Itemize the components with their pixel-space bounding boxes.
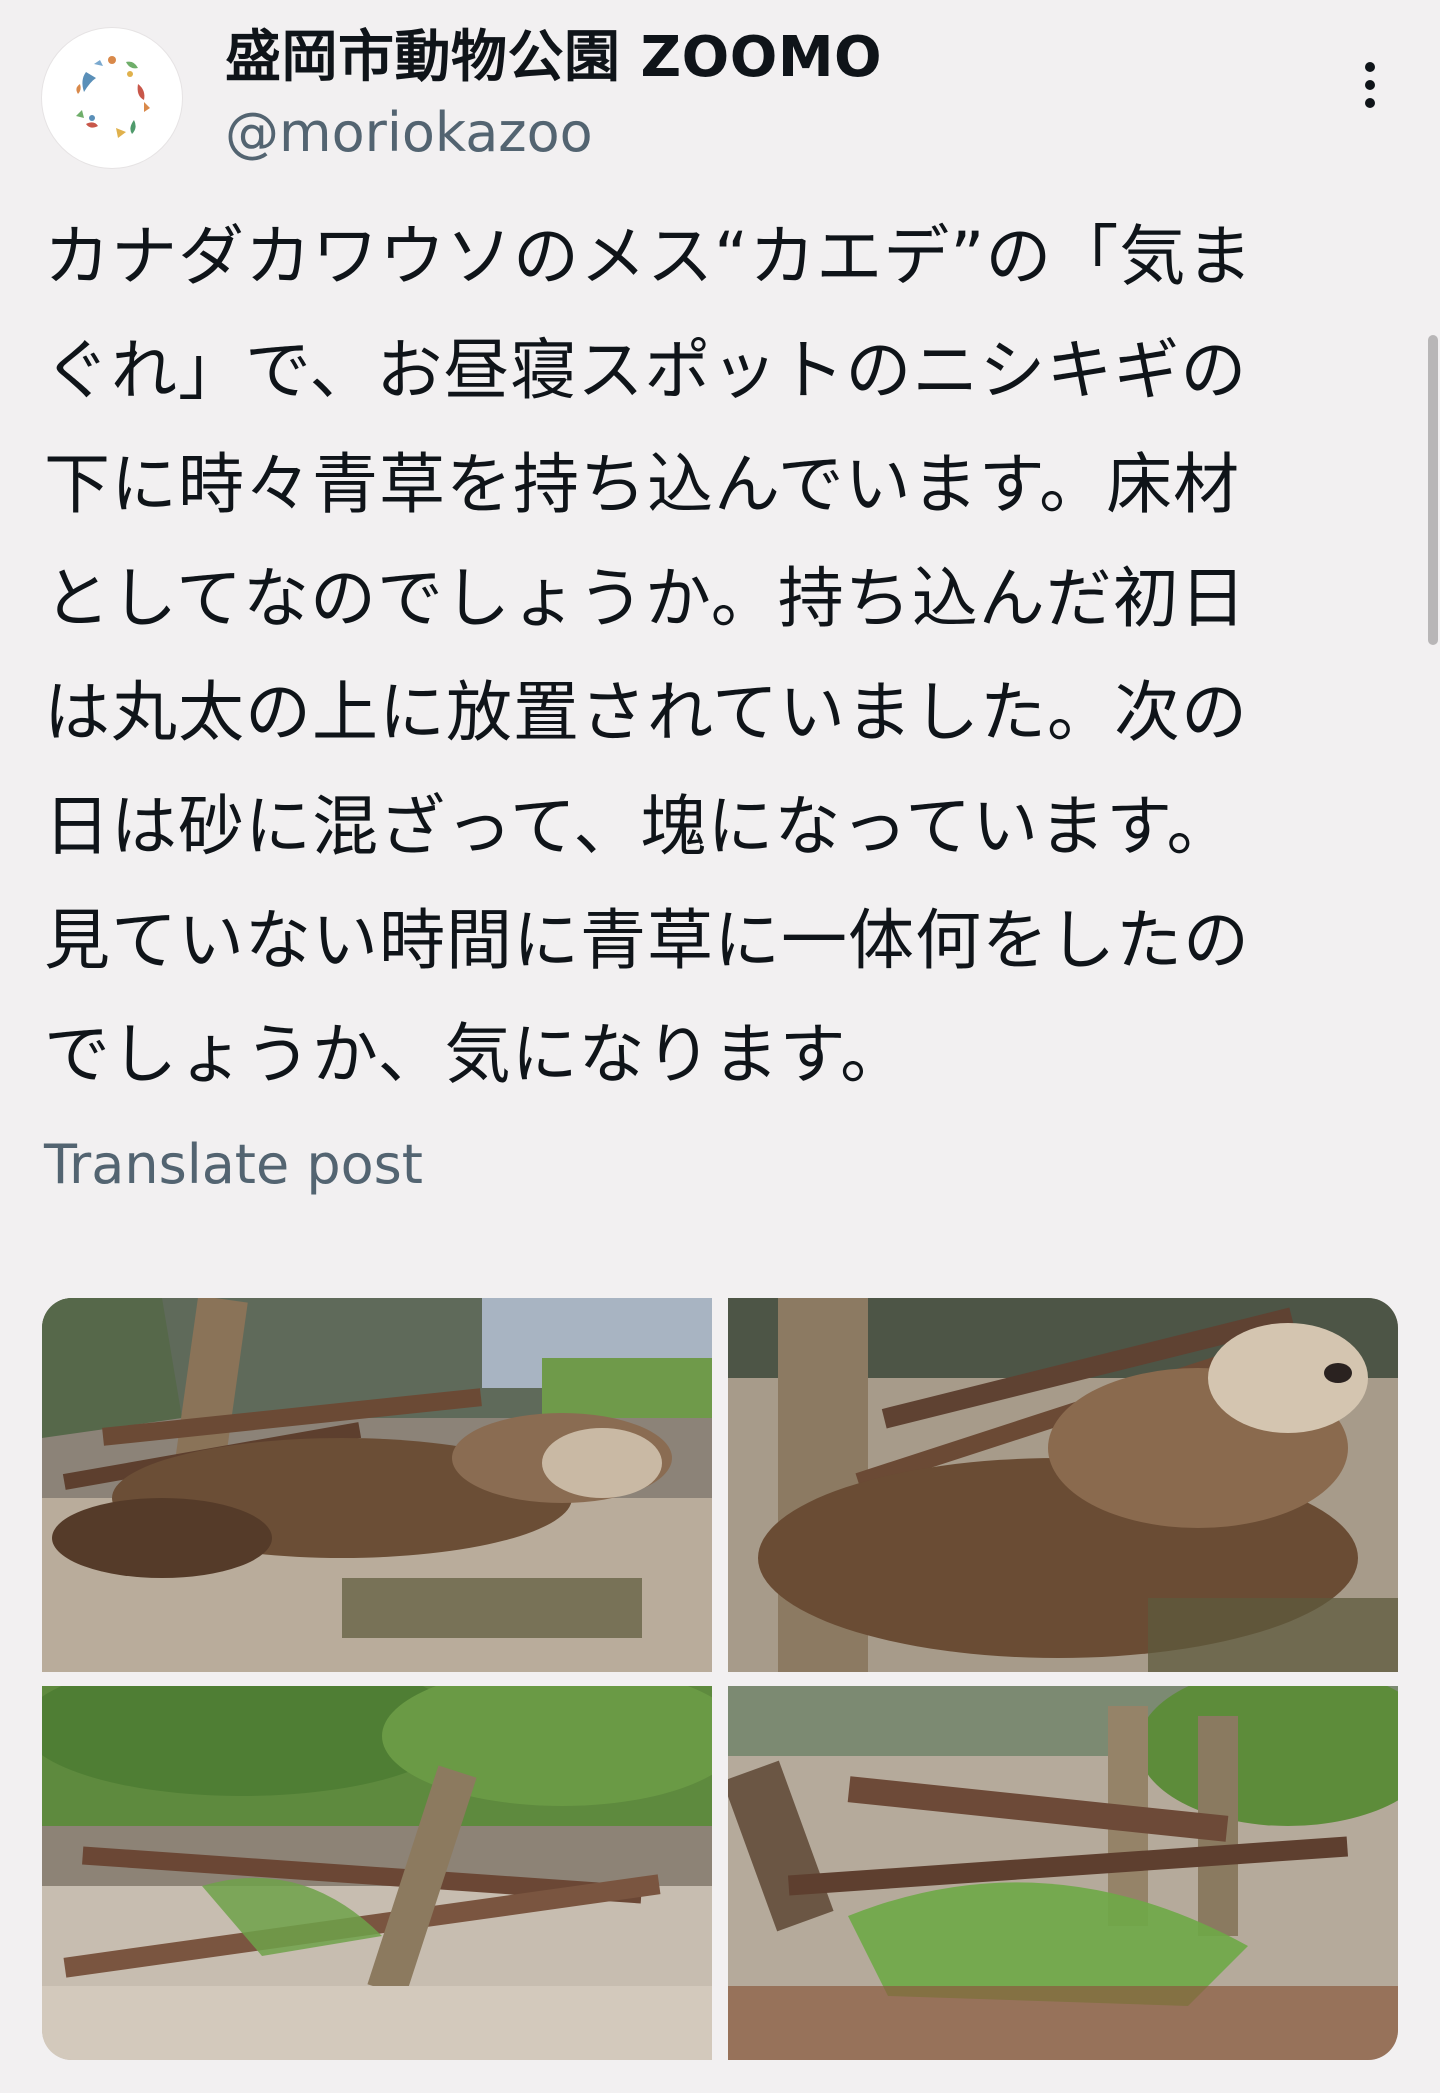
post-card[interactable]: 盛岡市動物公園 ZOOMO @moriokazoo カナダカワウソのメス“カエデ… — [0, 0, 1440, 2093]
photo-otter-sleeping-close-image — [728, 1298, 1398, 1672]
user-handle[interactable]: @moriokazoo — [225, 98, 593, 168]
photo-otter-sleeping-wide-image — [42, 1298, 712, 1672]
display-name[interactable]: 盛岡市動物公園 ZOOMO — [225, 22, 882, 94]
photo-logs-with-grass[interactable] — [728, 1686, 1398, 2060]
avatar[interactable] — [42, 28, 182, 168]
translate-post-link[interactable]: Translate post — [44, 1130, 423, 1200]
post-text: カナダカワウソのメス“カエデ”の「気ま ぐれ」で、お昼寝スポットのニシキギの 下… — [44, 218, 1254, 1093]
zoo-logo-icon — [76, 56, 150, 138]
photo-otter-sleeping-close[interactable] — [728, 1298, 1398, 1672]
more-vertical-icon — [1365, 62, 1375, 108]
photo-logs-with-grass-image — [728, 1686, 1398, 2060]
photo-logs-under-tree[interactable] — [42, 1686, 712, 2060]
photo-otter-sleeping-wide[interactable] — [42, 1298, 712, 1672]
more-options-button[interactable] — [1340, 50, 1400, 120]
media-grid — [42, 1298, 1398, 2060]
scrollbar[interactable] — [1428, 335, 1438, 645]
photo-logs-under-tree-image — [42, 1686, 712, 2060]
